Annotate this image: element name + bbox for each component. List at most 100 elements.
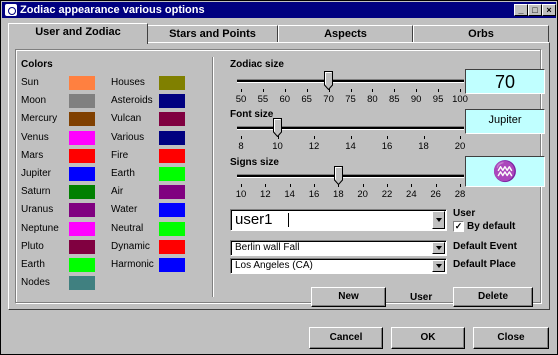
slider-tick-label: 8 xyxy=(238,141,244,152)
delete-user-button[interactable]: Delete xyxy=(453,287,533,307)
default-place-label: Default Place xyxy=(453,259,516,270)
aquarius-icon: ♒ xyxy=(492,161,518,183)
color-swatch[interactable] xyxy=(69,167,95,181)
place-dropdown-button[interactable] xyxy=(432,260,445,272)
zodiac-size-value: 70 xyxy=(494,72,516,92)
slider-tick xyxy=(411,184,413,187)
color-swatch[interactable] xyxy=(69,148,95,163)
tab-label: Aspects xyxy=(324,28,367,40)
color-swatch[interactable] xyxy=(69,276,95,291)
slider-tick xyxy=(306,89,308,92)
slider-tick-label: 50 xyxy=(235,94,247,105)
slider-tick xyxy=(372,89,374,92)
ok-button[interactable]: OK xyxy=(391,327,465,349)
signs-size-preview-box: ♒ xyxy=(465,156,545,187)
close-window-button[interactable]: × xyxy=(542,4,556,16)
color-swatch[interactable] xyxy=(69,239,95,254)
slider-tick xyxy=(460,184,461,187)
color-swatch[interactable] xyxy=(159,258,185,272)
font-size-label: Font size xyxy=(230,109,274,120)
new-user-button[interactable]: New xyxy=(311,287,386,307)
default-place-combo[interactable]: Los Angeles (CA) xyxy=(230,258,447,274)
color-swatch[interactable] xyxy=(69,130,95,145)
slider-tick xyxy=(438,89,440,92)
color-swatch[interactable] xyxy=(159,239,185,254)
color-label: Venus xyxy=(21,131,49,143)
tab-user-and-zodiac[interactable]: User and Zodiac xyxy=(8,23,148,44)
slider-tick-label: 12 xyxy=(308,141,320,152)
color-swatch[interactable] xyxy=(159,148,185,163)
slider-tick xyxy=(241,89,242,92)
color-swatch[interactable] xyxy=(69,221,95,236)
slider-tick-label: 20 xyxy=(454,141,466,152)
close-button[interactable]: Close xyxy=(473,327,549,349)
slider-tick-label: 18 xyxy=(333,189,344,200)
color-label: Air xyxy=(111,186,124,198)
color-swatch[interactable] xyxy=(159,167,185,181)
event-dropdown-button[interactable] xyxy=(432,242,445,254)
slider-tick-label: 22 xyxy=(381,189,393,200)
user-combo[interactable]: user1 xyxy=(230,209,447,231)
tab-label: Orbs xyxy=(468,28,494,40)
slider-track[interactable] xyxy=(237,126,464,130)
tab-aspects[interactable]: Aspects xyxy=(278,25,413,43)
title-bar[interactable]: Zodiac appearance various options _ □ × xyxy=(2,2,556,18)
color-swatch[interactable] xyxy=(159,112,185,127)
color-swatch[interactable] xyxy=(159,94,185,109)
tab-label: User and Zodiac xyxy=(35,26,121,38)
slider-tick xyxy=(241,184,242,187)
tab-stars-and-points[interactable]: Stars and Points xyxy=(147,25,278,43)
user-combo-value: user1 xyxy=(235,211,273,228)
new-button-label: New xyxy=(338,291,359,302)
color-swatch[interactable] xyxy=(159,203,185,218)
slider-track[interactable] xyxy=(237,174,464,178)
dialog-window: Zodiac appearance various options _ □ × … xyxy=(0,0,558,355)
slider-tick xyxy=(314,184,315,187)
ok-button-label: OK xyxy=(420,332,436,343)
color-swatch[interactable] xyxy=(69,203,95,218)
slider-thumb[interactable] xyxy=(324,71,334,90)
tab-orbs[interactable]: Orbs xyxy=(413,25,549,43)
slider-thumb[interactable] xyxy=(333,166,343,185)
default-event-combo[interactable]: Berlin wall Fall xyxy=(230,240,447,256)
slider-tick xyxy=(460,136,461,139)
slider-track[interactable] xyxy=(237,79,464,83)
color-swatch[interactable] xyxy=(69,258,95,272)
slider-tick-label: 100 xyxy=(452,94,468,105)
slider-tick-label: 60 xyxy=(279,94,291,105)
slider-tick xyxy=(284,89,286,92)
color-swatch[interactable] xyxy=(159,76,185,90)
zodiac-size-label: Zodiac size xyxy=(230,59,284,70)
color-label: Neutral xyxy=(111,222,144,234)
color-label: Water xyxy=(111,204,138,216)
slider-tick xyxy=(362,184,364,187)
color-swatch[interactable] xyxy=(69,112,95,127)
user-dropdown-button[interactable] xyxy=(432,211,445,229)
slider-tick-label: 65 xyxy=(301,94,312,105)
color-swatch[interactable] xyxy=(159,221,185,236)
slider-tick-label: 75 xyxy=(345,94,356,105)
maximize-button[interactable]: □ xyxy=(528,4,542,16)
color-label: Vulcan xyxy=(111,113,142,125)
color-swatch[interactable] xyxy=(69,76,95,90)
color-swatch[interactable] xyxy=(159,130,185,145)
by-default-label: By default xyxy=(467,221,516,232)
minimize-button[interactable]: _ xyxy=(514,4,528,16)
user-buttons-label: User xyxy=(410,292,433,303)
default-place-value: Los Angeles (CA) xyxy=(235,260,313,271)
cancel-button[interactable]: Cancel xyxy=(309,327,383,349)
color-swatch[interactable] xyxy=(69,185,95,200)
slider-thumb[interactable] xyxy=(273,118,282,137)
color-swatch[interactable] xyxy=(69,94,95,109)
user-group-label: User xyxy=(453,208,476,219)
color-swatch[interactable] xyxy=(159,185,185,200)
slider-tick xyxy=(387,184,388,187)
window-title: Zodiac appearance various options xyxy=(20,4,205,16)
colors-heading: Colors xyxy=(21,59,53,70)
font-size-preview: Jupiter xyxy=(488,114,522,126)
color-label: Neptune xyxy=(21,222,59,234)
color-label: Fire xyxy=(111,149,129,161)
color-label: Various xyxy=(111,131,145,143)
slider-tick-label: 28 xyxy=(454,189,466,200)
by-default-checkbox[interactable]: ✓ xyxy=(453,221,464,232)
